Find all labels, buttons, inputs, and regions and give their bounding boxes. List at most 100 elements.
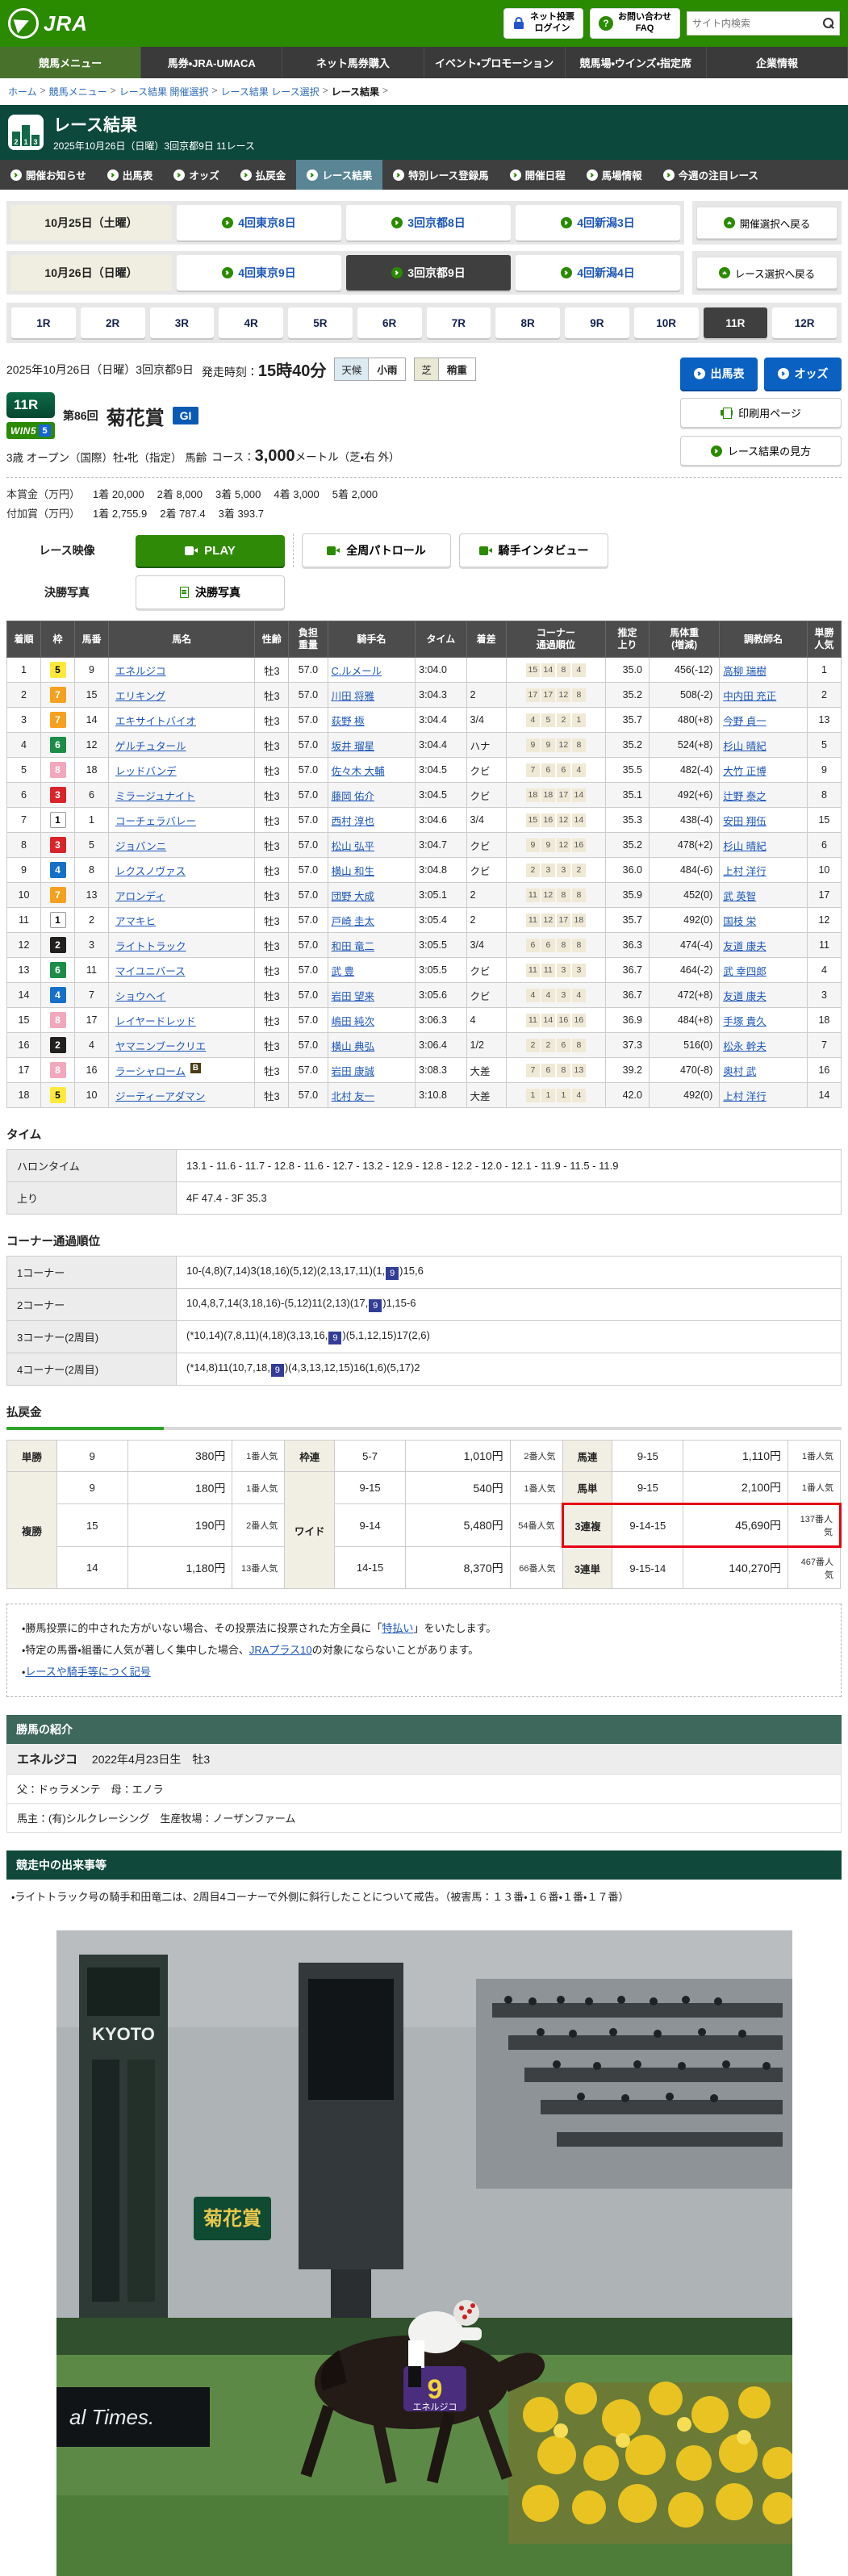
jockey-link[interactable]: 嶋田 純次: [332, 1016, 374, 1027]
trainer-link[interactable]: 辻野 泰之: [723, 791, 766, 802]
sub-nav-item[interactable]: 出馬表: [97, 160, 164, 190]
breadcrumb-link[interactable]: ホーム: [8, 85, 37, 98]
meeting-button[interactable]: 4回新潟3日: [516, 205, 680, 240]
meeting-button[interactable]: 3回京都8日: [346, 205, 511, 240]
horse-link[interactable]: ジーティーアダマン: [115, 1091, 205, 1102]
horse-link[interactable]: ジョバンニ: [115, 841, 166, 852]
trainer-link[interactable]: 武 幸四郎: [723, 966, 766, 977]
meeting-button[interactable]: 4回東京8日: [177, 205, 341, 240]
trainer-link[interactable]: 国枝 栄: [723, 916, 756, 927]
jockey-link[interactable]: 松山 弘平: [332, 841, 374, 852]
horse-link[interactable]: コーチェラバレー: [115, 816, 196, 827]
search-input[interactable]: [692, 18, 823, 29]
jockey-link[interactable]: C.ルメール: [332, 666, 382, 677]
horse-link[interactable]: アマキヒ: [115, 916, 156, 927]
horse-link[interactable]: アロンディ: [115, 891, 165, 902]
jockey-link[interactable]: 荻野 極: [332, 716, 365, 727]
race-tab[interactable]: 2R: [81, 307, 145, 338]
jockey-link[interactable]: 横山 和生: [332, 866, 374, 877]
trainer-link[interactable]: 武 英智: [723, 891, 756, 902]
global-nav-item[interactable]: ネット馬券購入: [282, 47, 424, 78]
odds-button[interactable]: オッズ: [764, 358, 842, 390]
result-guide-button[interactable]: レース結果の見方: [680, 436, 842, 466]
horse-link[interactable]: ショウヘイ: [115, 991, 166, 1002]
sub-nav-item[interactable]: 今週の注目レース: [653, 160, 769, 190]
trainer-link[interactable]: 杉山 晴紀: [723, 841, 766, 852]
sub-nav-item[interactable]: 馬場情報: [576, 160, 653, 190]
horse-link[interactable]: ゲルチュタール: [115, 741, 186, 752]
horse-link[interactable]: エネルジコ: [115, 666, 166, 677]
jockey-link[interactable]: 武 豊: [332, 966, 354, 977]
sub-nav-item[interactable]: 特別レース登録馬: [382, 160, 499, 190]
global-nav-item[interactable]: 企業情報: [707, 47, 848, 78]
global-nav-item[interactable]: 馬券・JRA-UMACA: [141, 47, 282, 78]
horse-link[interactable]: レイヤードレッド: [115, 1016, 196, 1027]
net-voting-login-button[interactable]: ネット投票 ログイン: [503, 8, 583, 39]
sub-nav-item[interactable]: 払戻金: [230, 160, 297, 190]
race-tab[interactable]: 7R: [427, 307, 491, 338]
search-icon[interactable]: [823, 18, 834, 29]
race-tab[interactable]: 5R: [288, 307, 353, 338]
race-tab[interactable]: 11R: [704, 307, 768, 338]
global-nav-item[interactable]: イベント・プロモーション: [424, 47, 566, 78]
race-tab[interactable]: 9R: [565, 307, 629, 338]
race-tab[interactable]: 4R: [219, 307, 283, 338]
jockey-link[interactable]: 団野 大成: [332, 891, 374, 902]
jockey-link[interactable]: 和田 竜二: [332, 941, 374, 952]
race-tab[interactable]: 10R: [634, 307, 699, 338]
jockey-link[interactable]: 川田 将雅: [332, 691, 374, 702]
patrol-video-button[interactable]: 全周パトロール: [302, 533, 451, 567]
horse-link[interactable]: ラーシャローム: [115, 1066, 186, 1077]
horse-link[interactable]: ミラージュナイト: [115, 791, 195, 802]
jra-logo[interactable]: JRA: [8, 8, 88, 39]
back-to-meeting-select-button[interactable]: 開催選択へ戻る: [696, 207, 838, 239]
jockey-link[interactable]: 藤岡 佑介: [332, 791, 374, 802]
trainer-link[interactable]: 杉山 晴紀: [723, 741, 766, 752]
shutsuba-button[interactable]: 出馬表: [680, 358, 758, 390]
jockey-link[interactable]: 北村 友一: [332, 1091, 374, 1102]
trainer-link[interactable]: 大竹 正博: [723, 766, 766, 777]
race-tab[interactable]: 1R: [11, 307, 76, 338]
trainer-link[interactable]: 中内田 充正: [723, 691, 776, 702]
note-link[interactable]: レースや騎手等につく記号: [25, 1666, 150, 1678]
jockey-interview-button[interactable]: 騎手インタビュー: [459, 533, 608, 567]
race-video-play-button[interactable]: PLAY: [136, 535, 285, 567]
meeting-button[interactable]: 3回京都9日: [346, 255, 511, 291]
race-tab[interactable]: 6R: [357, 307, 422, 338]
trainer-link[interactable]: 友道 康夫: [723, 941, 766, 952]
jockey-link[interactable]: 佐々木 大輔: [332, 766, 385, 777]
jockey-link[interactable]: 坂井 瑠星: [332, 741, 374, 752]
breadcrumb-link[interactable]: 競馬メニュー: [49, 85, 107, 98]
race-tab[interactable]: 3R: [150, 307, 215, 338]
horse-link[interactable]: エリキング: [115, 691, 165, 702]
race-tab[interactable]: 12R: [772, 307, 837, 338]
race-tab[interactable]: 8R: [495, 307, 560, 338]
horse-link[interactable]: マイユニバース: [115, 966, 186, 977]
sub-nav-item[interactable]: 開催お知らせ: [0, 160, 97, 190]
horse-link[interactable]: レクスノヴァス: [115, 866, 186, 877]
sub-nav-item[interactable]: オッズ: [163, 160, 230, 190]
jockey-link[interactable]: 岩田 望来: [332, 991, 374, 1002]
meeting-button[interactable]: 4回東京9日: [177, 255, 341, 291]
jockey-link[interactable]: 戸崎 圭太: [332, 916, 374, 927]
global-nav-item[interactable]: 競馬場・ウインズ・指定席: [566, 47, 707, 78]
trainer-link[interactable]: 手塚 貴久: [723, 1016, 766, 1027]
breadcrumb-link[interactable]: レース結果 開催選択: [119, 85, 209, 98]
horse-link[interactable]: ヤマニンブークリエ: [115, 1041, 206, 1052]
faq-button[interactable]: ? お問い合わせ FAQ: [590, 8, 680, 39]
trainer-link[interactable]: 奥村 武: [723, 1066, 756, 1077]
meeting-button[interactable]: 4回新潟4日: [516, 255, 680, 291]
trainer-link[interactable]: 上村 洋行: [723, 866, 766, 877]
trainer-link[interactable]: 友道 康夫: [723, 991, 766, 1002]
trainer-link[interactable]: 今野 貞一: [723, 716, 766, 727]
breadcrumb-link[interactable]: レース結果 レース選択: [220, 85, 319, 98]
horse-link[interactable]: レッドバンデ: [115, 766, 177, 777]
trainer-link[interactable]: 高柳 瑞樹: [723, 666, 766, 677]
trainer-link[interactable]: 上村 洋行: [723, 1091, 766, 1102]
global-nav-item[interactable]: 競馬メニュー: [0, 47, 141, 78]
print-page-button[interactable]: 印刷用ページ: [680, 398, 842, 428]
finish-photo-button[interactable]: 決勝写真: [136, 575, 285, 609]
jockey-link[interactable]: 横山 典弘: [332, 1041, 374, 1052]
note-link[interactable]: 特払い: [382, 1622, 413, 1634]
jockey-link[interactable]: 西村 淳也: [332, 816, 374, 827]
